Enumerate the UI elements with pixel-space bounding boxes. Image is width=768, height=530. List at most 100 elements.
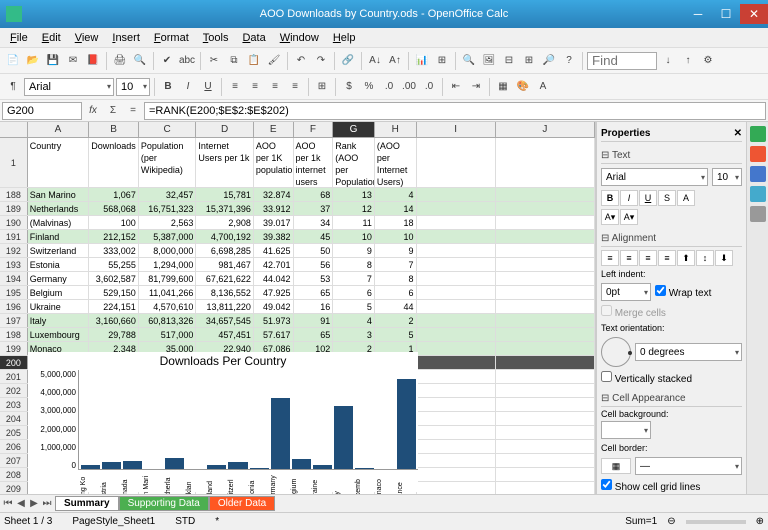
indent-dec-icon[interactable]: ⇤ <box>447 78 465 96</box>
tab-prev-icon[interactable]: ◀ <box>15 498 27 509</box>
borders-icon[interactable]: ▦ <box>494 78 512 96</box>
props-align-right-icon[interactable]: ≡ <box>639 250 657 266</box>
column-headers[interactable]: ABCDEFGHIJ <box>0 122 595 138</box>
find-prev-icon[interactable]: ↑ <box>679 52 697 70</box>
fx-icon[interactable]: fx <box>84 102 102 120</box>
indent-inc-icon[interactable]: ⇥ <box>467 78 485 96</box>
table-row[interactable]: 198Luxembourg29,788517,000457,45157.6176… <box>0 328 595 342</box>
abc-icon[interactable]: abc <box>178 52 196 70</box>
props-fontcolor-icon[interactable]: A▾ <box>601 209 619 225</box>
border-line-combo[interactable]: — <box>635 457 742 475</box>
embedded-chart[interactable]: Downloads Per Country 5,000,0004,000,000… <box>28 352 418 492</box>
currency-icon[interactable]: $ <box>340 78 358 96</box>
align-right-icon[interactable]: ≡ <box>266 78 284 96</box>
props-align-justify-icon[interactable]: ≡ <box>658 250 676 266</box>
table-row[interactable]: 194Germany3,602,58781,799,60067,621,6224… <box>0 272 595 286</box>
zoom-icon[interactable]: 🔎 <box>540 52 558 70</box>
bold-icon[interactable]: B <box>159 78 177 96</box>
border-style-icon[interactable]: ▦ <box>601 458 631 474</box>
menu-view[interactable]: View <box>69 30 105 46</box>
table-row[interactable]: 193Estonia55,2551,294,000981,46742.70156… <box>0 258 595 272</box>
vstack-checkbox[interactable]: Vertically stacked <box>601 371 692 385</box>
props-underline-icon[interactable]: U <box>639 190 657 206</box>
props-valign-top-icon[interactable]: ⬆ <box>677 250 695 266</box>
menu-tools[interactable]: Tools <box>197 30 235 46</box>
merge-icon[interactable]: ⊞ <box>313 78 331 96</box>
table-row[interactable]: 1CountryDownloadsPopulation (per Wikiped… <box>0 138 595 188</box>
headers-icon[interactable]: ⊞ <box>520 52 538 70</box>
props-close-icon[interactable]: ✕ <box>734 128 742 139</box>
paste-icon[interactable]: 📋 <box>245 52 263 70</box>
col-header-J[interactable]: J <box>496 122 595 137</box>
number-icon[interactable]: .0 <box>380 78 398 96</box>
col-header-A[interactable]: A <box>28 122 89 137</box>
brush-icon[interactable]: 🖌 <box>265 52 283 70</box>
menu-help[interactable]: Help <box>327 30 362 46</box>
sidebar-props-icon[interactable] <box>750 126 766 142</box>
find-icon[interactable]: 🔍 <box>460 52 478 70</box>
chart-icon[interactable]: 📊 <box>413 52 431 70</box>
col-header-I[interactable]: I <box>417 122 496 137</box>
props-font-combo[interactable]: Arial <box>601 168 708 186</box>
align-left-icon[interactable]: ≡ <box>226 78 244 96</box>
props-valign-bot-icon[interactable]: ⬇ <box>715 250 733 266</box>
col-header-C[interactable]: C <box>139 122 197 137</box>
table-row[interactable]: 188San Marino1,06732,45715,78132.8746813… <box>0 188 595 202</box>
minimize-button[interactable]: ─ <box>684 4 712 24</box>
props-italic-icon[interactable]: I <box>620 190 638 206</box>
preview-icon[interactable]: 🔍 <box>131 52 149 70</box>
col-header-B[interactable]: B <box>89 122 139 137</box>
save-icon[interactable]: 💾 <box>44 52 62 70</box>
table-row[interactable]: 190(Malvinas)1002,5632,90839.017341118 <box>0 216 595 230</box>
font-name-combo[interactable]: Arial <box>24 78 114 96</box>
pdf-icon[interactable]: 📕 <box>84 52 102 70</box>
table-row[interactable]: 189Netherlands568,06816,751,32315,371,39… <box>0 202 595 216</box>
sidebar-styles-icon[interactable] <box>750 146 766 162</box>
datasrc-icon[interactable]: ⊟ <box>500 52 518 70</box>
styles-icon[interactable]: ¶ <box>4 78 22 96</box>
col-header-E[interactable]: E <box>254 122 294 137</box>
align-justify-icon[interactable]: ≡ <box>286 78 304 96</box>
table-row[interactable]: 196Ukraine224,1514,570,61013,811,22049.0… <box>0 300 595 314</box>
dec-del-icon[interactable]: .0 <box>420 78 438 96</box>
mail-icon[interactable]: ✉ <box>64 52 82 70</box>
link-icon[interactable]: 🔗 <box>339 52 357 70</box>
new-icon[interactable]: 📄 <box>4 52 22 70</box>
props-valign-mid-icon[interactable]: ↕ <box>696 250 714 266</box>
open-icon[interactable]: 📂 <box>24 52 42 70</box>
tab-last-icon[interactable]: ⏭ <box>41 498 53 509</box>
print-icon[interactable]: 🖨 <box>111 52 129 70</box>
align-center-icon[interactable]: ≡ <box>246 78 264 96</box>
find-next-icon[interactable]: ↓ <box>659 52 677 70</box>
tab-first-icon[interactable]: ⏮ <box>2 498 14 509</box>
cell-reference-input[interactable] <box>2 102 82 120</box>
zoom-in-icon[interactable]: ⊕ <box>756 516 764 527</box>
menu-data[interactable]: Data <box>236 30 271 46</box>
table-row[interactable]: 197Italy3,160,66060,813,32634,657,54551.… <box>0 314 595 328</box>
cut-icon[interactable]: ✂ <box>205 52 223 70</box>
spell-icon[interactable]: ✔ <box>158 52 176 70</box>
bgcolor-icon[interactable]: 🎨 <box>514 78 532 96</box>
menu-edit[interactable]: Edit <box>36 30 67 46</box>
appearance-section[interactable]: ⊟ Cell Appearance <box>601 391 742 407</box>
text-section[interactable]: ⊟ Text <box>601 148 742 164</box>
font-size-combo[interactable]: 10 <box>116 78 150 96</box>
bg-color-combo[interactable] <box>601 421 651 439</box>
find-input[interactable] <box>587 52 657 70</box>
gridlines-checkbox[interactable]: Show cell grid lines <box>601 479 700 493</box>
props-bold-icon[interactable]: B <box>601 190 619 206</box>
sidebar-fx-icon[interactable] <box>750 206 766 222</box>
sort-desc-icon[interactable]: A↑ <box>386 52 404 70</box>
sheet-tab-supporting[interactable]: Supporting Data <box>119 496 209 511</box>
underline-icon[interactable]: U <box>199 78 217 96</box>
dec-add-icon[interactable]: .00 <box>400 78 418 96</box>
sort-asc-icon[interactable]: A↓ <box>366 52 384 70</box>
table-row[interactable]: 192Switzerland333,0028,000,0006,698,2854… <box>0 244 595 258</box>
props-size-combo[interactable]: 10 <box>712 168 742 186</box>
fontcolor-icon[interactable]: A <box>534 78 552 96</box>
zoom-slider[interactable] <box>686 520 746 524</box>
col-header-G[interactable]: G <box>333 122 375 137</box>
props-align-center-icon[interactable]: ≡ <box>620 250 638 266</box>
copy-icon[interactable]: ⧉ <box>225 52 243 70</box>
close-button[interactable]: ✕ <box>740 4 768 24</box>
